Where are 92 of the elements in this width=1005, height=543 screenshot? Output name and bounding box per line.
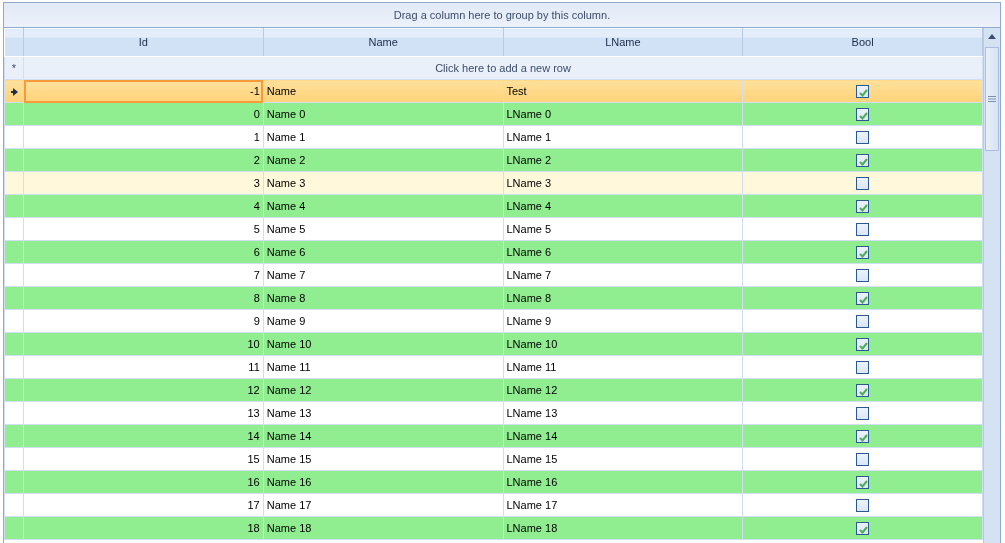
checkbox[interactable] <box>856 476 870 490</box>
table-cell: Name 9 <box>263 309 503 333</box>
table-cell: Name 12 <box>263 378 503 402</box>
table-cell: LName 13 <box>503 401 743 425</box>
table-cell: 10 <box>23 332 264 356</box>
table-cell: 15 <box>23 447 264 471</box>
table-cell: 18 <box>23 516 264 540</box>
table-cell: LName 15 <box>503 447 743 471</box>
table-cell: Name 0 <box>263 102 503 126</box>
table-cell: 17 <box>23 493 264 517</box>
table-cell: Name 18 <box>263 516 503 540</box>
grip-icon <box>988 96 996 102</box>
column-header[interactable]: Id <box>23 28 264 57</box>
table-cell: LName 9 <box>503 309 743 333</box>
table-cell: 9 <box>23 309 264 333</box>
table-cell: Name 13 <box>263 401 503 425</box>
table-cell: LName 8 <box>503 286 743 310</box>
table-cell: LName 17 <box>503 493 743 517</box>
table-cell: Name 10 <box>263 332 503 356</box>
checkbox[interactable] <box>856 269 870 283</box>
table-cell: Name 4 <box>263 194 503 218</box>
checkbox[interactable] <box>856 384 870 398</box>
table-cell: LName 7 <box>503 263 743 287</box>
table-cell: Name 1 <box>263 125 503 149</box>
table-cell: 1 <box>23 125 264 149</box>
table-cell: 4 <box>23 194 264 218</box>
table-cell: 8 <box>23 286 264 310</box>
table-cell: -1 <box>23 79 264 103</box>
table-cell: Name 7 <box>263 263 503 287</box>
checkbox[interactable] <box>856 154 870 168</box>
table-cell: LName 14 <box>503 424 743 448</box>
table-cell: 0 <box>23 102 264 126</box>
table-cell: 14 <box>23 424 264 448</box>
scroll-thumb[interactable] <box>985 47 999 151</box>
checkbox[interactable] <box>856 453 870 467</box>
checkbox[interactable] <box>856 177 870 191</box>
group-panel-hint: Drag a column here to group by this column. <box>393 8 611 23</box>
table-cell: LName 3 <box>503 171 743 195</box>
table-cell: 12 <box>23 378 264 402</box>
checkbox[interactable] <box>856 338 870 352</box>
checkbox[interactable] <box>856 246 870 260</box>
column-header[interactable]: LName <box>503 28 743 57</box>
table-cell: LName 11 <box>503 355 743 379</box>
table-cell: Name 14 <box>263 424 503 448</box>
column-header[interactable]: Bool <box>742 28 983 57</box>
up-arrow-icon <box>988 34 996 39</box>
checkbox[interactable] <box>856 315 870 329</box>
checkbox[interactable] <box>856 292 870 306</box>
table-cell: 3 <box>23 171 264 195</box>
table-cell: LName 12 <box>503 378 743 402</box>
table-cell: Name 6 <box>263 240 503 264</box>
table-cell: Name 2 <box>263 148 503 172</box>
table-cell: LName 10 <box>503 332 743 356</box>
table-cell: Name 11 <box>263 355 503 379</box>
new-row-indicator: * <box>4 56 24 80</box>
table-cell: LName 6 <box>503 240 743 264</box>
table-cell: LName 5 <box>503 217 743 241</box>
table-cell: LName 4 <box>503 194 743 218</box>
column-header[interactable]: Name <box>263 28 503 57</box>
table-cell: Test <box>503 79 743 103</box>
table-cell: Name 15 <box>263 447 503 471</box>
table-cell: LName 0 <box>503 102 743 126</box>
table-cell: 13 <box>23 401 264 425</box>
table-cell: 7 <box>23 263 264 287</box>
checkbox[interactable] <box>856 522 870 536</box>
table-cell: LName 2 <box>503 148 743 172</box>
checkbox[interactable] <box>856 361 870 375</box>
vertical-scrollbar[interactable] <box>983 28 1000 543</box>
table-cell: 11 <box>23 355 264 379</box>
add-new-row-prompt[interactable]: Click here to add a new row <box>23 56 983 80</box>
checkbox[interactable] <box>856 430 870 444</box>
table-cell: 16 <box>23 470 264 494</box>
table-cell: Name 17 <box>263 493 503 517</box>
table-cell: Name 5 <box>263 217 503 241</box>
table-cell: Name 16 <box>263 470 503 494</box>
table-cell: LName 1 <box>503 125 743 149</box>
table-cell: Name <box>263 79 503 103</box>
table-cell: Name 3 <box>263 171 503 195</box>
checkbox[interactable] <box>856 85 870 99</box>
table-cell: Name 8 <box>263 286 503 310</box>
table-cell: 5 <box>23 217 264 241</box>
checkbox[interactable] <box>856 223 870 237</box>
table-cell: LName 16 <box>503 470 743 494</box>
table-cell: 2 <box>23 148 264 172</box>
checkbox[interactable] <box>856 108 870 122</box>
checkbox[interactable] <box>856 200 870 214</box>
checkbox[interactable] <box>856 131 870 145</box>
table-cell: LName 18 <box>503 516 743 540</box>
checkbox[interactable] <box>856 407 870 421</box>
table-cell: 6 <box>23 240 264 264</box>
checkbox[interactable] <box>856 499 870 513</box>
current-row-arrow-icon <box>10 87 18 96</box>
